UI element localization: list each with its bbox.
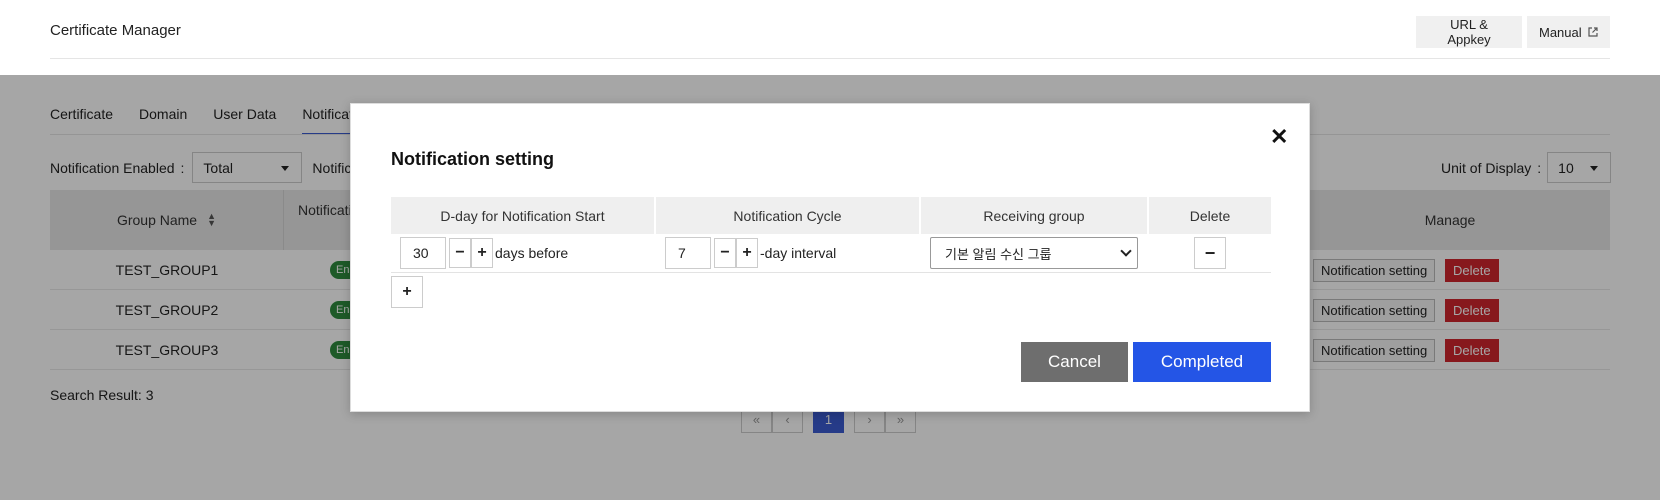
- dday-suffix: days before: [495, 245, 569, 261]
- col-cycle: Notification Cycle: [656, 197, 921, 234]
- cycle-suffix: -day interval: [760, 245, 837, 261]
- receiving-group-select[interactable]: 기본 알림 수신 그룹: [930, 237, 1138, 269]
- col-receiving-group: Receiving group: [921, 197, 1149, 234]
- add-row-button[interactable]: +: [391, 276, 423, 308]
- dday-increment-button[interactable]: +: [471, 238, 493, 268]
- notification-row: 30 − + days before 7 − + -day interval 기…: [391, 234, 1271, 273]
- dday-input[interactable]: 30: [400, 237, 446, 269]
- top-bar: Certificate Manager URL & Appkey Manual: [0, 0, 1660, 75]
- dday-decrement-button[interactable]: −: [449, 238, 471, 268]
- external-link-icon: [1588, 27, 1598, 37]
- col-delete: Delete: [1189, 207, 1231, 224]
- cycle-decrement-button[interactable]: −: [714, 238, 736, 268]
- cycle-cell: 7 − + -day interval: [656, 234, 921, 273]
- manual-label: Manual: [1539, 24, 1582, 40]
- modal-title: Notification setting: [391, 149, 554, 169]
- col-dday: D-day for Notification Start: [391, 197, 656, 234]
- delete-cell: −: [1149, 234, 1271, 273]
- url-appkey-button[interactable]: URL & Appkey: [1416, 16, 1522, 48]
- remove-row-button[interactable]: −: [1194, 237, 1226, 269]
- cancel-button[interactable]: Cancel: [1021, 342, 1128, 382]
- cycle-increment-button[interactable]: +: [736, 238, 758, 268]
- notification-table: D-day for Notification Start Notificatio…: [391, 197, 1271, 273]
- close-icon[interactable]: ✕: [1270, 126, 1288, 148]
- notification-setting-modal: Notification setting ✕ D-day for Notific…: [350, 103, 1310, 412]
- completed-button[interactable]: Completed: [1133, 342, 1271, 382]
- dday-cell: 30 − + days before: [391, 234, 656, 273]
- manual-button[interactable]: Manual: [1527, 16, 1610, 48]
- chevron-down-icon: [1120, 245, 1132, 257]
- cycle-input[interactable]: 7: [665, 237, 711, 269]
- notification-table-header: D-day for Notification Start Notificatio…: [391, 197, 1271, 234]
- group-cell: 기본 알림 수신 그룹: [921, 234, 1149, 273]
- receiving-group-value: 기본 알림 수신 그룹: [945, 246, 1052, 262]
- header-divider: [50, 58, 1610, 59]
- app-title: Certificate Manager: [50, 22, 181, 39]
